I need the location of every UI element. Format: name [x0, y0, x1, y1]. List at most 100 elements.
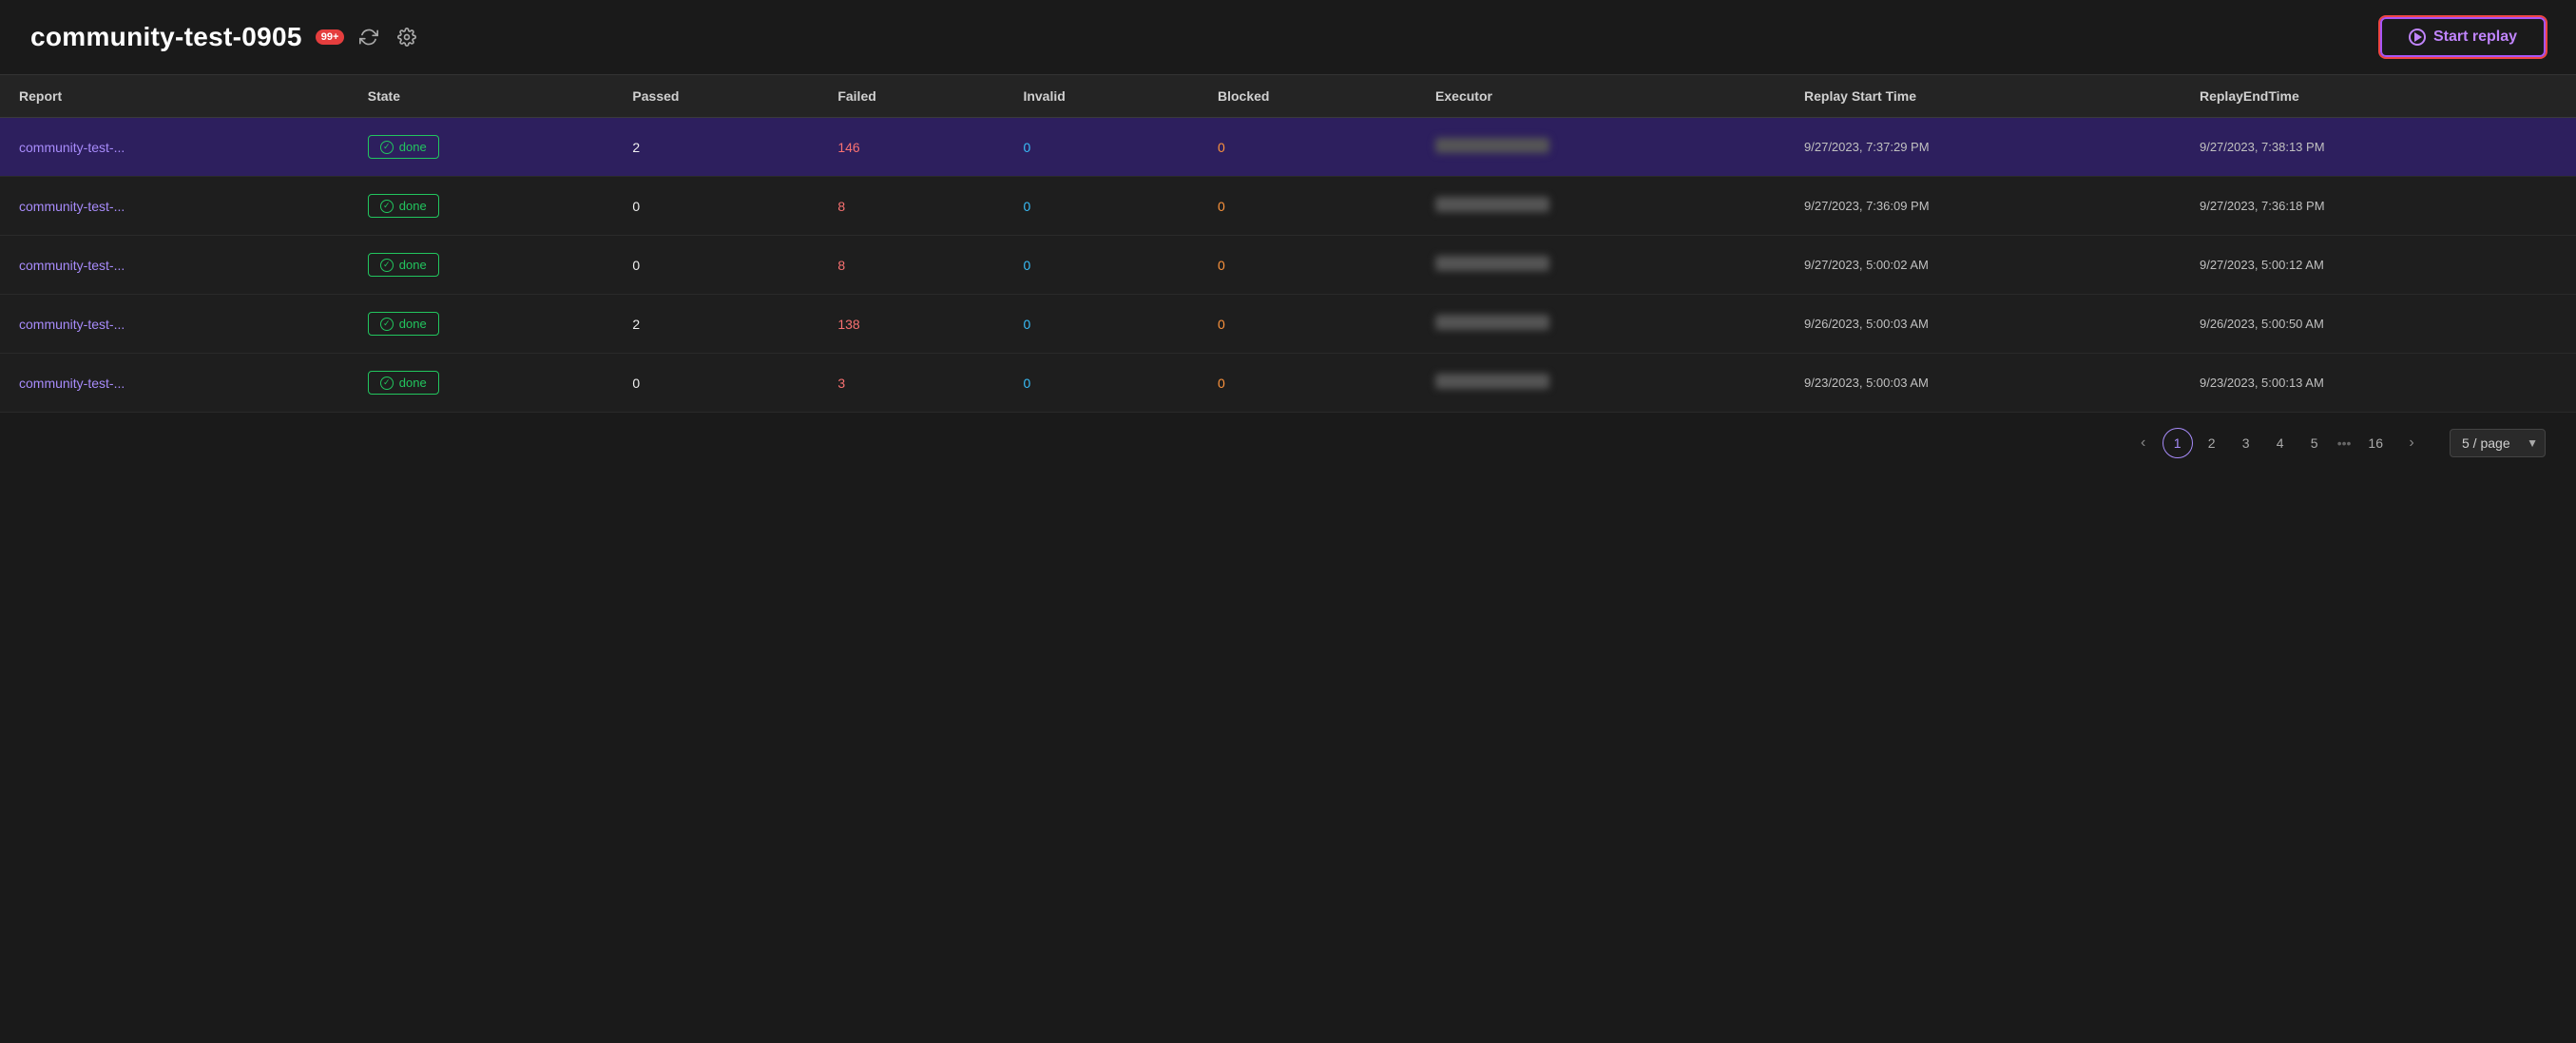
refresh-button[interactable] — [356, 24, 382, 50]
invalid-cell: 0 — [1004, 236, 1199, 295]
per-page-wrapper: 5 / page 10 / page 20 / page 50 / page ▼ — [2438, 429, 2546, 457]
page-dots: ••• — [2334, 430, 2355, 456]
header-row: Report State Passed Failed Invalid Block… — [0, 75, 2576, 118]
prev-page-button[interactable]: ‹ — [2128, 429, 2159, 457]
per-page-select[interactable]: 5 / page 10 / page 20 / page 50 / page — [2450, 429, 2546, 457]
blocked-cell: 0 — [1199, 236, 1416, 295]
report-cell: community-test-... — [0, 118, 349, 177]
report-link[interactable]: community-test-... — [19, 140, 125, 155]
start-replay-label: Start replay — [2433, 29, 2517, 46]
table-body: community-test-... ✓ done 2 146 0 0 9/27… — [0, 118, 2576, 413]
col-replay-end: ReplayEndTime — [2181, 75, 2576, 118]
executor-cell — [1416, 295, 1785, 354]
play-triangle — [2414, 32, 2422, 42]
replay-start-cell: 9/27/2023, 5:00:02 AM — [1785, 236, 2181, 295]
check-circle-icon: ✓ — [380, 200, 394, 213]
state-badge: ✓ done — [368, 194, 439, 218]
check-mark: ✓ — [383, 319, 391, 328]
replay-start-cell: 9/26/2023, 5:00:03 AM — [1785, 295, 2181, 354]
page-3-button[interactable]: 3 — [2231, 430, 2261, 456]
refresh-icon — [359, 28, 378, 47]
invalid-cell: 0 — [1004, 118, 1199, 177]
table-row: community-test-... ✓ done 0 8 0 0 9/27/2… — [0, 177, 2576, 236]
replay-end-cell: 9/27/2023, 5:00:12 AM — [2181, 236, 2576, 295]
check-mark: ✓ — [383, 143, 391, 151]
check-circle-icon: ✓ — [380, 259, 394, 272]
state-cell: ✓ done — [349, 354, 614, 413]
state-badge: ✓ done — [368, 253, 439, 277]
executor-value — [1435, 197, 1549, 212]
passed-cell: 0 — [613, 236, 818, 295]
state-label: done — [399, 199, 427, 213]
state-cell: ✓ done — [349, 177, 614, 236]
executor-value — [1435, 256, 1549, 271]
page-16-button[interactable]: 16 — [2358, 430, 2393, 456]
passed-cell: 2 — [613, 295, 818, 354]
col-report: Report — [0, 75, 349, 118]
report-link[interactable]: community-test-... — [19, 199, 125, 214]
passed-cell: 0 — [613, 354, 818, 413]
col-replay-start: Replay Start Time — [1785, 75, 2181, 118]
state-cell: ✓ done — [349, 236, 614, 295]
invalid-cell: 0 — [1004, 177, 1199, 236]
page-title: community-test-0905 — [30, 22, 302, 52]
failed-cell: 138 — [818, 295, 1004, 354]
report-cell: community-test-... — [0, 236, 349, 295]
executor-cell — [1416, 354, 1785, 413]
state-badge: ✓ done — [368, 312, 439, 336]
failed-cell: 8 — [818, 177, 1004, 236]
page-4-button[interactable]: 4 — [2265, 430, 2296, 456]
invalid-cell: 0 — [1004, 295, 1199, 354]
replay-end-cell: 9/27/2023, 7:36:18 PM — [2181, 177, 2576, 236]
table-row: community-test-... ✓ done 2 146 0 0 9/27… — [0, 118, 2576, 177]
report-link[interactable]: community-test-... — [19, 376, 125, 391]
executor-cell — [1416, 118, 1785, 177]
executor-cell — [1416, 236, 1785, 295]
replay-start-cell: 9/27/2023, 7:36:09 PM — [1785, 177, 2181, 236]
table-row: community-test-... ✓ done 2 138 0 0 9/26… — [0, 295, 2576, 354]
reports-table: Report State Passed Failed Invalid Block… — [0, 75, 2576, 413]
page-2-button[interactable]: 2 — [2197, 430, 2227, 456]
col-blocked: Blocked — [1199, 75, 1416, 118]
state-label: done — [399, 140, 427, 154]
blocked-cell: 0 — [1199, 354, 1416, 413]
report-cell: community-test-... — [0, 177, 349, 236]
settings-button[interactable] — [394, 24, 420, 50]
failed-cell: 8 — [818, 236, 1004, 295]
blocked-cell: 0 — [1199, 118, 1416, 177]
report-link[interactable]: community-test-... — [19, 258, 125, 273]
replay-end-cell: 9/26/2023, 5:00:50 AM — [2181, 295, 2576, 354]
notification-badge: 99+ — [316, 29, 345, 45]
col-executor: Executor — [1416, 75, 1785, 118]
state-badge: ✓ done — [368, 135, 439, 159]
blocked-cell: 0 — [1199, 177, 1416, 236]
state-label: done — [399, 317, 427, 331]
report-link[interactable]: community-test-... — [19, 317, 125, 332]
failed-cell: 3 — [818, 354, 1004, 413]
check-mark: ✓ — [383, 261, 391, 269]
state-label: done — [399, 376, 427, 390]
executor-value — [1435, 315, 1549, 330]
play-icon — [2409, 29, 2426, 46]
passed-cell: 2 — [613, 118, 818, 177]
page-5-button[interactable]: 5 — [2299, 430, 2330, 456]
passed-cell: 0 — [613, 177, 818, 236]
pagination: ‹ 1 2 3 4 5 ••• 16 › 5 / page 10 / page … — [0, 413, 2576, 473]
page-1-button[interactable]: 1 — [2163, 428, 2193, 458]
start-replay-button[interactable]: Start replay — [2380, 17, 2546, 57]
check-circle-icon: ✓ — [380, 377, 394, 390]
executor-cell — [1416, 177, 1785, 236]
check-mark: ✓ — [383, 378, 391, 387]
failed-cell: 146 — [818, 118, 1004, 177]
col-passed: Passed — [613, 75, 818, 118]
replay-start-cell: 9/27/2023, 7:37:29 PM — [1785, 118, 2181, 177]
report-cell: community-test-... — [0, 354, 349, 413]
executor-value — [1435, 374, 1549, 389]
next-page-button[interactable]: › — [2396, 429, 2427, 457]
blocked-cell: 0 — [1199, 295, 1416, 354]
check-circle-icon: ✓ — [380, 141, 394, 154]
replay-start-cell: 9/23/2023, 5:00:03 AM — [1785, 354, 2181, 413]
header: community-test-0905 99+ Start replay — [0, 0, 2576, 74]
table-header: Report State Passed Failed Invalid Block… — [0, 75, 2576, 118]
check-mark: ✓ — [383, 202, 391, 210]
